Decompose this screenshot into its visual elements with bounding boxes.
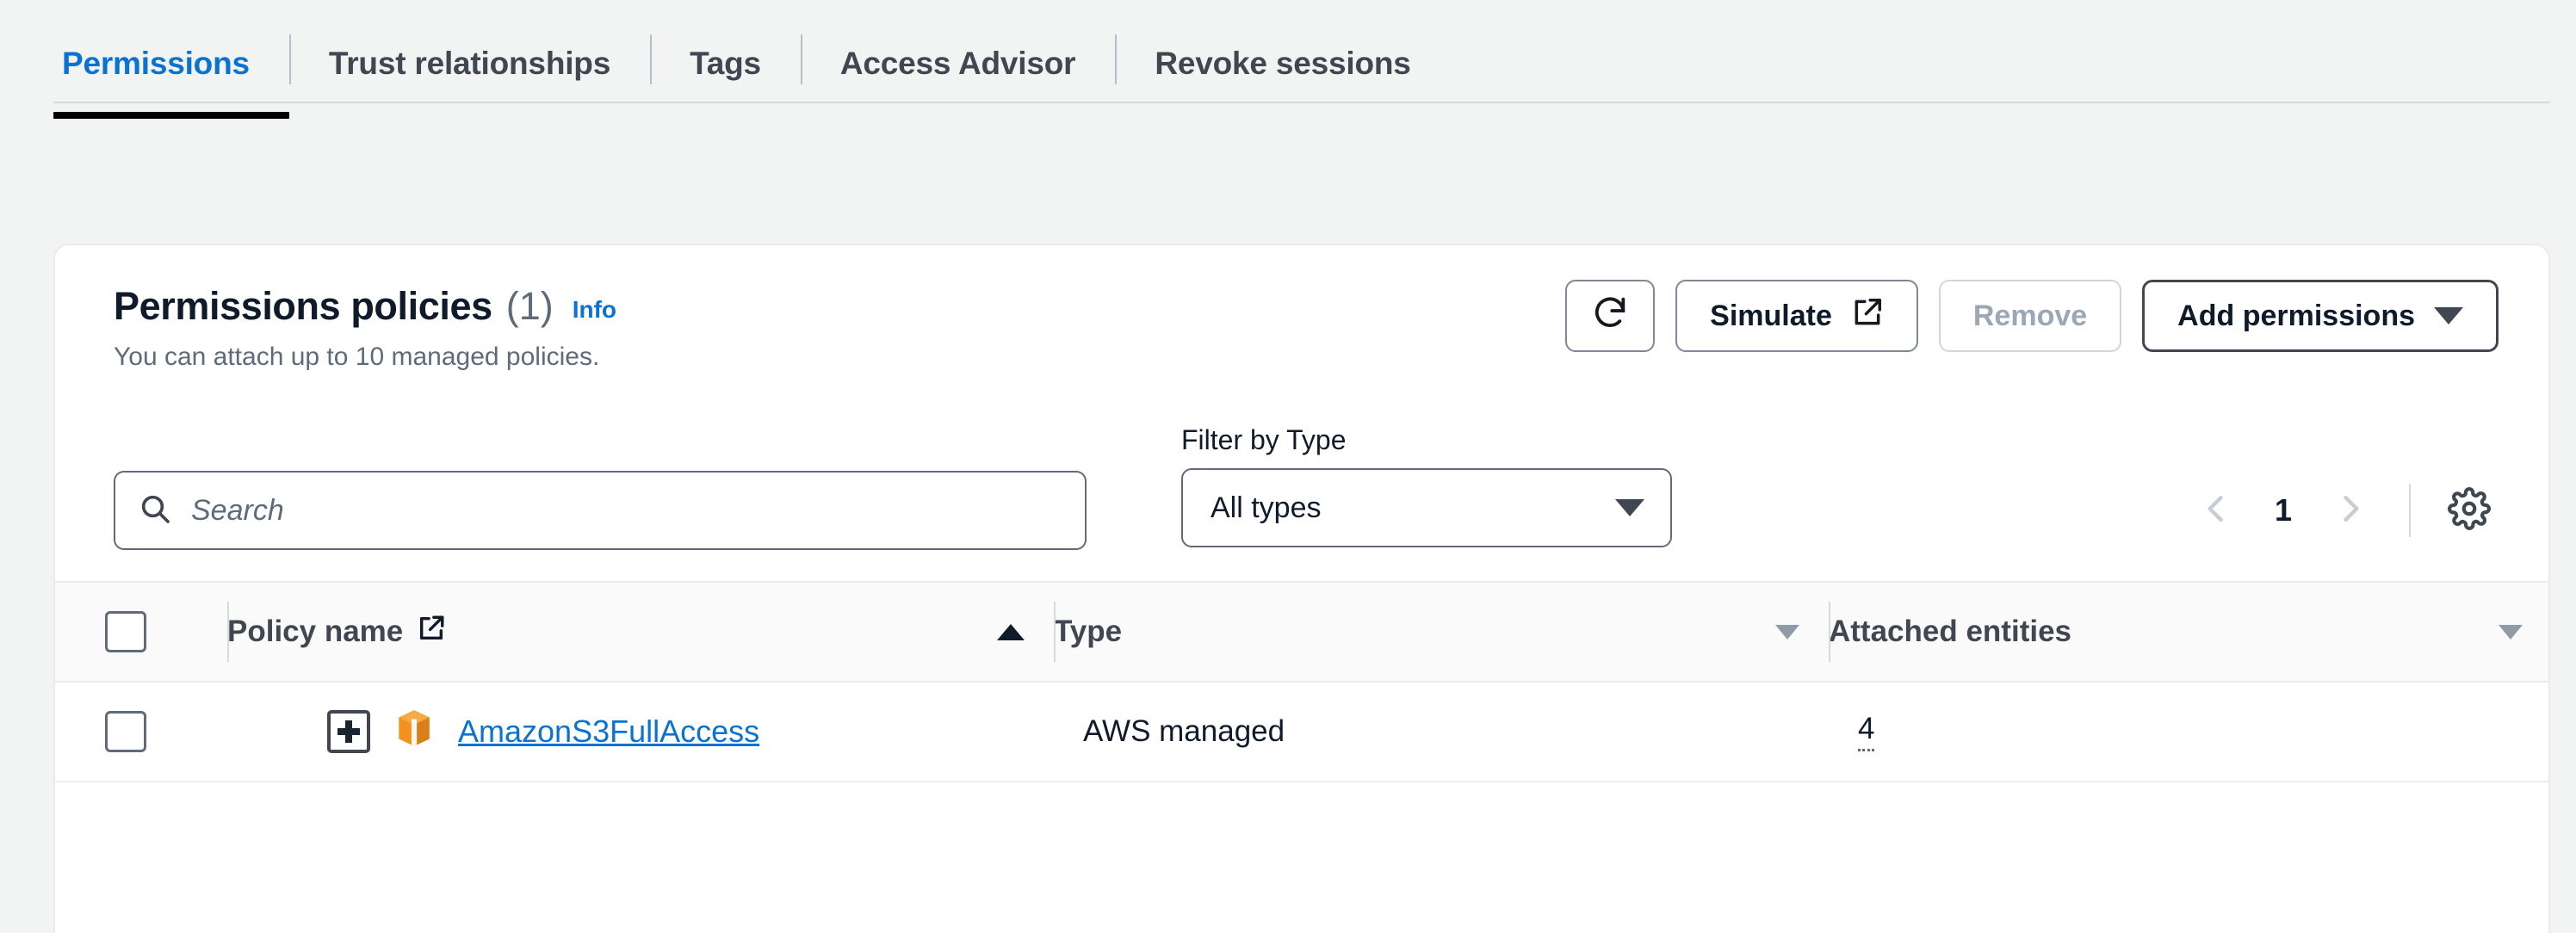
row-select-cell bbox=[55, 682, 227, 782]
chevron-left-icon bbox=[2197, 490, 2235, 532]
type-filter-label: Filter by Type bbox=[1181, 424, 1347, 455]
search-input[interactable]: Search bbox=[191, 494, 284, 528]
search-icon bbox=[138, 491, 172, 530]
add-permissions-label: Add permissions bbox=[2177, 299, 2415, 332]
info-link[interactable]: Info bbox=[573, 296, 616, 324]
policy-name-link[interactable]: AmazonS3FullAccess bbox=[458, 714, 759, 750]
tab-tags[interactable]: Tags bbox=[650, 19, 801, 108]
row-policy-name-cell: AmazonS3FullAccess bbox=[227, 682, 1054, 782]
pagination-page-1[interactable]: 1 bbox=[2259, 492, 2307, 528]
column-header-policy-name[interactable]: Policy name bbox=[227, 581, 1054, 683]
external-link-icon bbox=[1851, 296, 1884, 337]
tab-label: Access Advisor bbox=[839, 46, 1076, 81]
external-link-icon bbox=[417, 614, 446, 651]
type-filter-select[interactable]: All types bbox=[1181, 468, 1672, 547]
column-header-attached-entities[interactable]: Attached entities bbox=[1829, 581, 2548, 683]
column-label: Type bbox=[1054, 615, 1123, 648]
action-buttons: Simulate Remove Add permissions bbox=[1565, 280, 2499, 352]
tab-trust-relationships[interactable]: Trust relationships bbox=[288, 19, 650, 108]
sort-ascending-icon bbox=[997, 623, 1025, 640]
row-checkbox[interactable] bbox=[105, 711, 146, 752]
add-permissions-button[interactable]: Add permissions bbox=[2142, 280, 2499, 352]
tab-label: Revoke sessions bbox=[1155, 46, 1411, 81]
remove-label: Remove bbox=[1972, 299, 2088, 332]
search-box[interactable]: Search bbox=[114, 471, 1087, 550]
simulate-button[interactable]: Simulate bbox=[1675, 280, 1918, 352]
tab-label: Permissions bbox=[62, 46, 250, 81]
tab-bar-divider bbox=[53, 102, 2550, 103]
tab-access-advisor[interactable]: Access Advisor bbox=[800, 19, 1115, 108]
table-body: AmazonS3FullAccess AWS managed 4 bbox=[55, 682, 2548, 782]
policy-type-value: AWS managed bbox=[1083, 714, 1285, 748]
expand-row-button[interactable] bbox=[327, 710, 370, 753]
tab-revoke-sessions[interactable]: Revoke sessions bbox=[1115, 19, 1450, 108]
column-header-type[interactable]: Type bbox=[1054, 581, 1829, 683]
page-subtitle: You can attach up to 10 managed policies… bbox=[114, 343, 600, 371]
column-label: Policy name bbox=[227, 615, 404, 648]
iam-role-permissions-page: Permissions Trust relationships Tags Acc… bbox=[0, 0, 2576, 933]
refresh-icon bbox=[1590, 293, 1630, 340]
policy-count: (1) bbox=[505, 284, 554, 328]
attached-entities-value[interactable]: 4 bbox=[1858, 712, 1875, 751]
refresh-button[interactable] bbox=[1565, 280, 1656, 352]
sort-inactive-icon bbox=[1775, 624, 1799, 640]
card-header: Permissions policies (1) Info You can at… bbox=[55, 245, 2548, 417]
aws-package-icon bbox=[393, 707, 436, 757]
chevron-down-icon bbox=[2434, 307, 2463, 324]
table-row: AmazonS3FullAccess AWS managed 4 bbox=[55, 682, 2548, 782]
tab-bar: Permissions Trust relationships Tags Acc… bbox=[53, 19, 2550, 119]
pagination: 1 bbox=[2182, 471, 2504, 550]
title-block: Permissions policies (1) Info You can at… bbox=[114, 284, 616, 372]
pagination-prev-button[interactable] bbox=[2182, 476, 2251, 545]
column-label: Attached entities bbox=[1829, 615, 2071, 648]
row-type-cell: AWS managed bbox=[1054, 682, 1829, 782]
policies-table: Policy name Type Attached entities Amazo… bbox=[55, 581, 2548, 782]
chevron-right-icon bbox=[2331, 490, 2369, 532]
page-title: Permissions policies bbox=[114, 284, 492, 328]
filter-row: Search Filter by Type All types 1 bbox=[55, 417, 2548, 581]
pagination-next-button[interactable] bbox=[2316, 476, 2385, 545]
table-preferences-button[interactable] bbox=[2435, 476, 2504, 545]
pagination-divider bbox=[2409, 484, 2411, 537]
permissions-policies-card: Permissions policies (1) Info You can at… bbox=[53, 244, 2550, 933]
tab-label: Tags bbox=[690, 46, 761, 81]
row-attached-entities-cell: 4 bbox=[1829, 682, 2548, 782]
select-all-header bbox=[55, 581, 227, 683]
tab-permissions[interactable]: Permissions bbox=[53, 19, 289, 119]
remove-button[interactable]: Remove bbox=[1938, 280, 2122, 352]
type-filter-value: All types bbox=[1211, 491, 1322, 524]
select-all-checkbox[interactable] bbox=[105, 611, 146, 652]
simulate-label: Simulate bbox=[1710, 299, 1832, 332]
type-filter-group: Filter by Type All types bbox=[1181, 417, 1672, 547]
sort-inactive-icon bbox=[2499, 624, 2523, 640]
chevron-down-icon bbox=[1615, 499, 1644, 516]
table-header-row: Policy name Type Attached entities bbox=[55, 581, 2548, 683]
tab-label: Trust relationships bbox=[328, 46, 611, 81]
table-header: Policy name Type Attached entities bbox=[55, 581, 2548, 683]
gear-icon bbox=[2448, 486, 2491, 534]
